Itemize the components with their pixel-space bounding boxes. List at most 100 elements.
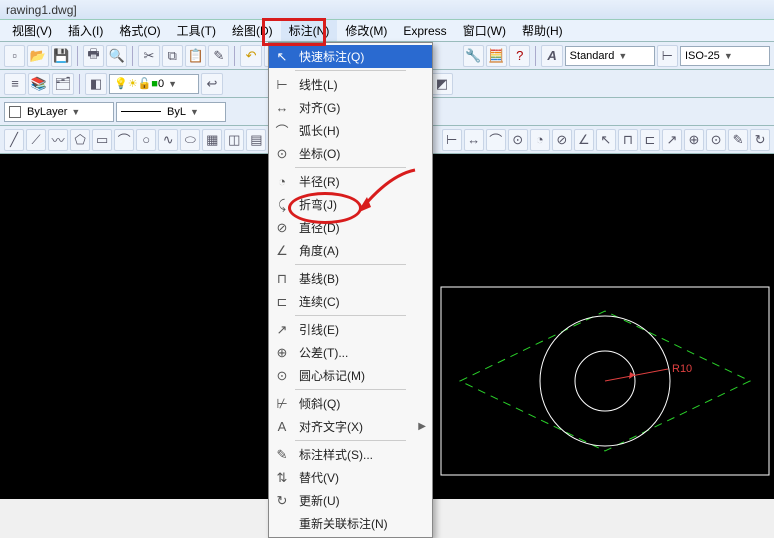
mi-angular[interactable]: ∠角度(A) bbox=[269, 239, 432, 262]
diameter-icon: ⊘ bbox=[273, 220, 291, 236]
dimstyle-icon[interactable]: ⊢ bbox=[657, 45, 678, 67]
mi-aligntext[interactable]: A对齐文字(X)▶ bbox=[269, 415, 432, 438]
mi-label: 标注样式(S)... bbox=[299, 446, 373, 463]
dim-ord-icon[interactable]: ⊙ bbox=[508, 129, 528, 151]
insert-icon[interactable]: ◩ bbox=[431, 73, 453, 95]
region-icon[interactable]: ◫ bbox=[224, 129, 244, 151]
ellipse-icon[interactable]: ⬭ bbox=[180, 129, 200, 151]
layerprops-icon[interactable]: 📚 bbox=[28, 73, 50, 95]
layer-combo[interactable]: 💡 ☀ 🔓 ■ 0 ▼ bbox=[109, 74, 199, 94]
mi-aligned[interactable]: ↔对齐(G) bbox=[269, 96, 432, 119]
textstyle-icon[interactable]: A bbox=[541, 45, 562, 67]
textstyle-combo[interactable]: Standard ▼ bbox=[565, 46, 655, 66]
linetype-combo[interactable]: ByL ▼ bbox=[116, 102, 226, 122]
mi-ordinate[interactable]: ⊙坐标(O) bbox=[269, 142, 432, 165]
tool-icon[interactable]: 🔧 bbox=[463, 45, 484, 67]
menu-help[interactable]: 帮助(H) bbox=[514, 20, 571, 41]
menu-express[interactable]: Express bbox=[395, 22, 454, 40]
menu-format[interactable]: 格式(O) bbox=[111, 20, 168, 41]
dim-aligned-icon[interactable]: ↔ bbox=[464, 129, 484, 151]
mi-override[interactable]: ⇅替代(V) bbox=[269, 466, 432, 489]
mi-radius[interactable]: ◔半径(R) bbox=[269, 170, 432, 193]
polygon-icon[interactable]: ⬠ bbox=[70, 129, 90, 151]
mi-label: 连续(C) bbox=[299, 293, 340, 310]
pline-icon[interactable]: 〰 bbox=[48, 129, 68, 151]
mi-leader[interactable]: ↗引线(E) bbox=[269, 318, 432, 341]
cline-icon[interactable]: ⟋ bbox=[26, 129, 46, 151]
menu-tools[interactable]: 工具(T) bbox=[169, 20, 224, 41]
menu-dimension[interactable]: 标注(N) bbox=[281, 20, 338, 41]
dimstyle-combo[interactable]: ISO-25 ▼ bbox=[680, 46, 770, 66]
mi-baseline[interactable]: ⊓ 基线(B) bbox=[269, 267, 432, 290]
help-icon[interactable]: ? bbox=[509, 45, 530, 67]
paste-icon[interactable]: 📋 bbox=[185, 45, 206, 67]
layers-icon[interactable]: ≡ bbox=[4, 73, 26, 95]
layerstates-icon[interactable]: 🗂 bbox=[52, 73, 74, 95]
continue-icon: ⊏ bbox=[273, 294, 291, 310]
mi-dimstyle[interactable]: ✎标注样式(S)... bbox=[269, 443, 432, 466]
mi-label: 基线(B) bbox=[299, 270, 339, 287]
menu-bar: 视图(V) 插入(I) 格式(O) 工具(T) 绘图(D) 标注(N) 修改(M… bbox=[0, 20, 774, 42]
save-icon[interactable]: 💾 bbox=[51, 45, 72, 67]
circle-icon[interactable]: ○ bbox=[136, 129, 156, 151]
mi-arclength[interactable]: ⌒弧长(H) bbox=[269, 119, 432, 142]
baseline-icon: ⊓ bbox=[273, 271, 291, 287]
color-swatch bbox=[9, 106, 21, 118]
dim-center-icon[interactable]: ⊙ bbox=[706, 129, 726, 151]
mi-linear[interactable]: ⊢线性(L) bbox=[269, 73, 432, 96]
copy-icon[interactable]: ⧉ bbox=[162, 45, 183, 67]
menu-window[interactable]: 窗口(W) bbox=[455, 20, 514, 41]
mi-label: 引线(E) bbox=[299, 321, 339, 338]
separator bbox=[535, 46, 536, 66]
dim-angle-icon[interactable]: ∠ bbox=[574, 129, 594, 151]
dim-linear-icon[interactable]: ⊢ bbox=[442, 129, 462, 151]
dim-base-icon[interactable]: ⊓ bbox=[618, 129, 638, 151]
arc-icon[interactable]: ⌒ bbox=[114, 129, 134, 151]
dim-tol-icon[interactable]: ⊕ bbox=[684, 129, 704, 151]
update-icon: ↻ bbox=[273, 493, 291, 509]
preview-icon[interactable]: 🔍 bbox=[106, 45, 127, 67]
mi-label: 替代(V) bbox=[299, 469, 339, 486]
menu-insert[interactable]: 插入(I) bbox=[60, 20, 111, 41]
menu-view[interactable]: 视图(V) bbox=[4, 20, 60, 41]
color-combo[interactable]: ByLayer ▼ bbox=[4, 102, 114, 122]
open-icon[interactable]: 📂 bbox=[27, 45, 48, 67]
mi-oblique[interactable]: ⊬倾斜(Q) bbox=[269, 392, 432, 415]
layer-prev-icon[interactable]: ↩ bbox=[201, 73, 223, 95]
cut-icon[interactable]: ✂ bbox=[138, 45, 159, 67]
calc-icon[interactable]: 🧮 bbox=[486, 45, 507, 67]
mi-diameter[interactable]: ⊘直径(D) bbox=[269, 216, 432, 239]
dim-arc-icon[interactable]: ⌒ bbox=[486, 129, 506, 151]
new-icon[interactable]: ▫ bbox=[4, 45, 25, 67]
print-icon[interactable]: 🖶 bbox=[83, 45, 104, 67]
mi-tolerance[interactable]: ⊕公差(T)... bbox=[269, 341, 432, 364]
dim-leader-icon[interactable]: ↗ bbox=[662, 129, 682, 151]
chevron-down-icon: ▼ bbox=[618, 51, 627, 61]
line-icon[interactable]: ╱ bbox=[4, 129, 24, 151]
match-icon[interactable]: ✎ bbox=[208, 45, 229, 67]
layermgr-icon[interactable]: ◧ bbox=[85, 73, 107, 95]
linetype-value: ByL bbox=[167, 106, 186, 118]
mi-reassoc[interactable]: 重新关联标注(N) bbox=[269, 512, 432, 535]
menu-draw[interactable]: 绘图(D) bbox=[224, 20, 281, 41]
table-icon[interactable]: ▤ bbox=[246, 129, 266, 151]
mi-continue[interactable]: ⊏ 连续(C) bbox=[269, 290, 432, 313]
dim-update-icon[interactable]: ↻ bbox=[750, 129, 770, 151]
mi-update[interactable]: ↻更新(U) bbox=[269, 489, 432, 512]
mi-quickdim[interactable]: ↖ 快速标注(Q) bbox=[269, 45, 432, 68]
mi-label: 快速标注(Q) bbox=[299, 48, 364, 65]
mi-jogged[interactable]: ⤹折弯(J) bbox=[269, 193, 432, 216]
spline-icon[interactable]: ∿ bbox=[158, 129, 178, 151]
dim-cont-icon[interactable]: ⊏ bbox=[640, 129, 660, 151]
color-value: ByLayer bbox=[27, 106, 67, 118]
menu-modify[interactable]: 修改(M) bbox=[337, 20, 395, 41]
dim-dia-icon[interactable]: ⊘ bbox=[552, 129, 572, 151]
dim-radius-icon[interactable]: ◔ bbox=[530, 129, 550, 151]
undo-icon[interactable]: ↶ bbox=[240, 45, 261, 67]
hatch-icon[interactable]: ▦ bbox=[202, 129, 222, 151]
dim-quick-icon[interactable]: ↖ bbox=[596, 129, 616, 151]
mi-centermark[interactable]: ⊙圆心标记(M) bbox=[269, 364, 432, 387]
rect-icon[interactable]: ▭ bbox=[92, 129, 112, 151]
oblique-icon: ⊬ bbox=[273, 396, 291, 412]
dim-edit-icon[interactable]: ✎ bbox=[728, 129, 748, 151]
